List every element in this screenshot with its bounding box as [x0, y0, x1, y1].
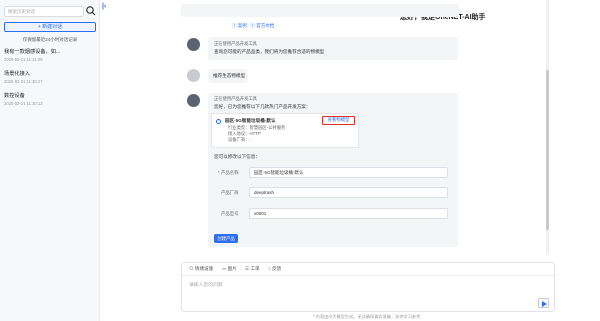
search-input[interactable]: 搜索历史对话	[4, 6, 84, 17]
message-input[interactable]: 请输入您的问题	[189, 281, 223, 288]
disclaimer: * 内容由AI大模型生成，无法确保真实准确，仅供学习参考	[313, 314, 421, 319]
assistant-message-text: 您好，已为您推荐以下几款热门产品开发方案：	[214, 104, 311, 109]
tool-emotion[interactable]: ⊙ 情绪设施	[189, 266, 213, 272]
top-links: ① 案例 ① 官方文档	[232, 23, 274, 29]
tool-status: 正在使用产品开发工具	[214, 96, 257, 101]
tool-feedback[interactable]: ⌂ 反馈	[268, 266, 281, 272]
tool-image[interactable]: ▭ 图片	[222, 266, 237, 272]
conversation-item[interactable]: 我有一款烟感设备，如...	[4, 48, 60, 55]
product-name-input[interactable]: 园区-5G智能垃圾桶-默认	[249, 167, 448, 178]
assistant-avatar	[187, 38, 200, 51]
product-radio[interactable]	[216, 119, 221, 124]
history-note: 仅保留最近24小时对话记录	[22, 37, 78, 42]
tool-status: 正在使用产品开发工具	[214, 41, 257, 46]
scrollbar-thumb[interactable]	[546, 70, 549, 230]
create-product-button[interactable]: 创建产品	[214, 234, 238, 243]
new-chat-button[interactable]: + 新建对话	[4, 22, 96, 32]
product-vendor: 设备厂商：-	[228, 137, 251, 142]
assistant-avatar	[187, 94, 200, 107]
conversation-item[interactable]: 场景化接入	[4, 70, 30, 77]
send-button[interactable]	[538, 298, 549, 308]
product-name-label: * 产品名称	[218, 170, 239, 175]
tool-ticket[interactable]: ☰ 工单	[245, 266, 260, 272]
form-intro: 您可以修改以下信息：	[214, 154, 260, 159]
user-avatar	[187, 69, 200, 82]
collapse-sidebar-icon[interactable]: |‹	[102, 3, 109, 11]
vendor-input[interactable]: deeptrash	[249, 187, 448, 198]
product-name: 园区-5G智能垃圾桶-默认	[225, 118, 276, 123]
conversation-item[interactable]: 数控设备	[4, 92, 25, 99]
view-model-button[interactable]: 查看物模型	[322, 116, 355, 125]
assistant-message-text: 查询您可能的产品品类，我们将为您推荐合适的物模型	[214, 49, 325, 54]
model-label: 产品型号	[221, 211, 239, 216]
user-message-text: 推荐生态物模型	[213, 73, 246, 78]
vendor-label: 产品厂商	[221, 190, 239, 195]
case-link[interactable]: ① 案例	[232, 23, 247, 28]
composer-divider	[182, 275, 554, 276]
conversation-date: 2025-02-21 11:30:12	[4, 101, 43, 106]
docs-link[interactable]: ① 官方文档	[251, 23, 275, 28]
conversation-date: 2025-02-21 11:30:27	[4, 79, 43, 84]
model-input[interactable]: v0001	[249, 208, 448, 219]
conversation-date: 2025-02-21 11:31:08	[4, 57, 43, 62]
previous-message-card	[181, 4, 459, 17]
search-icon[interactable]	[85, 5, 97, 17]
composer	[181, 262, 555, 312]
